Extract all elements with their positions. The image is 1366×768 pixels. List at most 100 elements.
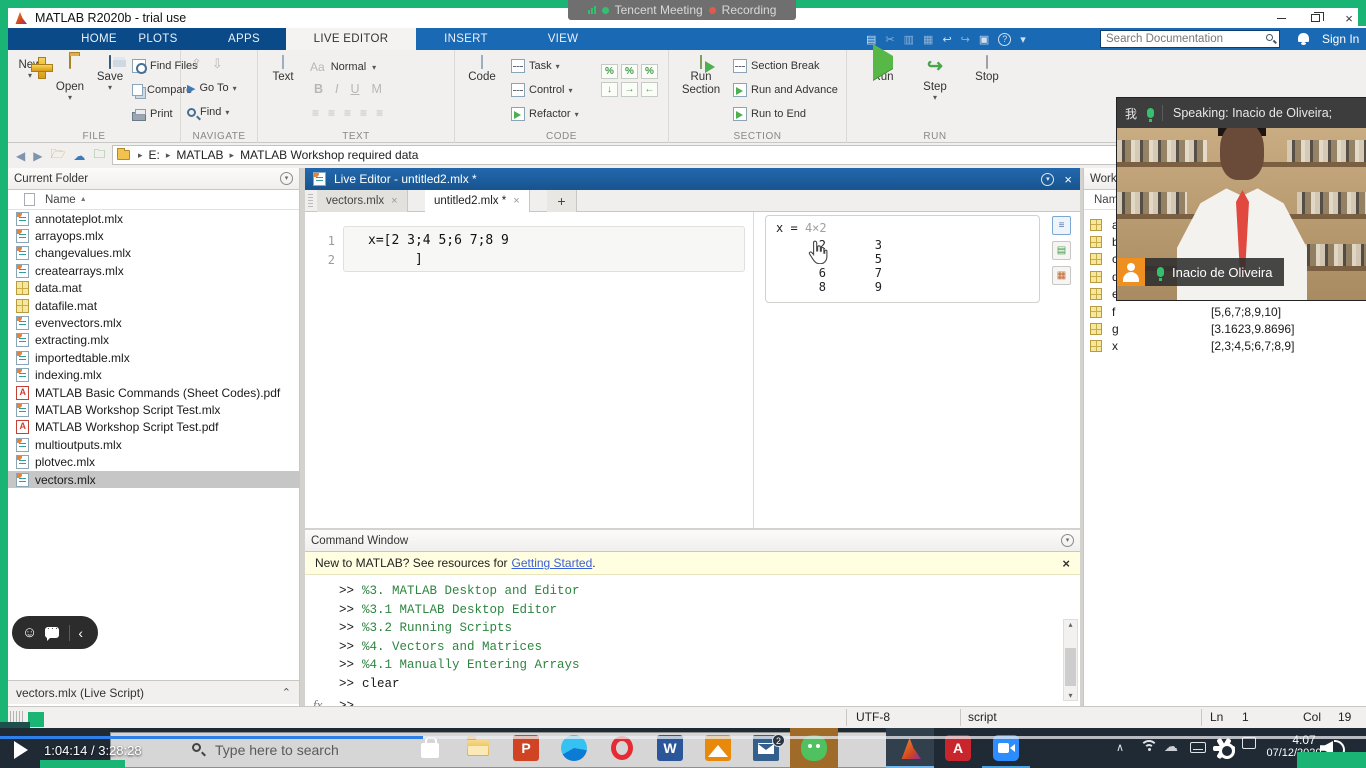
output-right-view-button[interactable]: ▤ <box>1052 241 1071 260</box>
file-row[interactable]: indexing.mlx <box>8 367 299 384</box>
video-progress-track[interactable] <box>0 736 1366 739</box>
text-button[interactable]: Text <box>264 56 302 83</box>
task-button[interactable]: Task▾ <box>511 56 560 76</box>
collapse-left-icon[interactable]: ‹ <box>78 625 83 641</box>
file-row[interactable]: evenvectors.mlx <box>8 314 299 331</box>
italic-button[interactable]: I <box>335 82 338 96</box>
tab-plots[interactable]: PLOTS <box>123 28 193 50</box>
tab-close-icon[interactable]: × <box>513 195 519 207</box>
taskbar-app[interactable] <box>454 728 502 768</box>
meeting-status-bar[interactable]: Tencent Meeting Recording <box>568 0 796 20</box>
panel-menu-icon[interactable]: ▾ <box>1061 534 1074 547</box>
forward-icon[interactable]: ▶ <box>33 149 42 163</box>
touch-keyboard-icon[interactable] <box>1190 742 1206 753</box>
file-row[interactable]: datafile.mat <box>8 297 299 314</box>
scroll-down-icon[interactable]: ▾ <box>1064 691 1077 700</box>
tab-view[interactable]: VIEW <box>528 28 598 50</box>
help-icon[interactable]: ? <box>998 33 1011 46</box>
file-row[interactable]: changevalues.mlx <box>8 245 299 262</box>
file-row[interactable]: data.mat <box>8 280 299 297</box>
taskbar-app[interactable] <box>550 728 598 768</box>
taskbar-app[interactable] <box>838 728 886 768</box>
go-to-button[interactable]: ▶ Go To▾ <box>187 78 237 98</box>
new-button[interactable]: New▾ <box>10 56 50 79</box>
scroll-up-icon[interactable]: ▴ <box>1064 620 1077 629</box>
list-format-icon[interactable]: ≡ <box>376 106 383 120</box>
stop-button[interactable]: Stop <box>965 56 1009 83</box>
switch-window-icon[interactable]: ▣ <box>979 33 989 46</box>
workspace-variable-row[interactable]: f [5,6,7;8,9,10] <box>1084 303 1366 320</box>
tray-expand-icon[interactable]: ∧ <box>1116 741 1124 768</box>
list-format-icon[interactable]: ≡ <box>360 106 367 120</box>
comment-tool-icon[interactable]: % <box>641 64 658 79</box>
code-button[interactable]: Code <box>463 56 501 83</box>
file-row[interactable]: vectors.mlx <box>8 471 299 488</box>
file-row[interactable]: multioutputs.mlx <box>8 436 299 453</box>
list-format-icon[interactable]: ≡ <box>344 106 351 120</box>
run-and-advance-button[interactable]: Run and Advance <box>733 80 838 100</box>
notification-bell-icon[interactable] <box>1298 33 1309 42</box>
taskbar-app[interactable]: A <box>934 728 982 768</box>
tab-close-icon[interactable]: × <box>391 195 397 207</box>
tab-live-editor[interactable]: LIVE EDITOR <box>286 28 416 50</box>
file-row[interactable]: importedtable.mlx <box>8 349 299 366</box>
taskbar-app[interactable] <box>742 728 790 768</box>
taskbar-app[interactable] <box>982 728 1030 768</box>
toolbar-dropdown-icon[interactable]: ▾ <box>1020 33 1026 46</box>
comment-tool-icon[interactable]: ← <box>641 82 658 97</box>
new-tab-button[interactable]: + <box>547 190 577 212</box>
close-button[interactable]: × <box>1332 8 1366 28</box>
tab-apps[interactable]: APPS <box>209 28 279 50</box>
workspace-variable-row[interactable]: g [3.1623,9.8696] <box>1084 320 1366 337</box>
tab-vectors-mlx[interactable]: vectors.mlx× <box>317 190 408 212</box>
step-button[interactable]: ↪ Step▾ <box>913 56 957 101</box>
find-button[interactable]: Find▾ <box>187 102 229 122</box>
paste-icon[interactable]: ▦ <box>923 33 933 46</box>
workspace-variable-row[interactable]: x [2,3;4,5;6,7;8,9] <box>1084 338 1366 355</box>
file-row[interactable]: MATLAB Workshop Script Test.mlx <box>8 401 299 418</box>
getting-started-link[interactable]: Getting Started <box>512 556 593 570</box>
print-button[interactable]: Print <box>132 104 173 124</box>
run-button[interactable]: Run <box>861 56 905 83</box>
code-block[interactable]: x=[2 3;4 5;6 7;8 9 ] <box>343 226 745 272</box>
list-format-icon[interactable]: ≡ <box>328 106 335 120</box>
back-icon[interactable]: ◀ <box>16 149 25 163</box>
navigate-up-icon[interactable]: ⇧ <box>191 56 202 72</box>
taskbar-app[interactable] <box>694 728 742 768</box>
console[interactable]: >>%3. MATLAB Desktop and Editor >>%3.1 M… <box>305 575 1080 705</box>
redo-icon[interactable]: ↪ <box>961 33 970 46</box>
selected-file-bar[interactable]: vectors.mlx (Live Script) ⌃ <box>8 680 299 704</box>
output-hide-view-button[interactable]: ▦ <box>1052 266 1071 285</box>
text-style-dropdown[interactable]: Normal <box>331 61 366 73</box>
breadcrumb-item[interactable]: E: <box>149 148 160 162</box>
copy-icon[interactable]: ▥ <box>904 33 914 46</box>
chat-bubble-icon[interactable] <box>45 627 59 638</box>
status-grip-caret-icon[interactable]: ▴ <box>28 712 32 721</box>
webcam-overlay[interactable]: 我 Speaking: Inacio de Oliveira; Inacio d <box>1117 98 1366 300</box>
browse-folder-icon[interactable]: 🗀 <box>93 145 105 166</box>
reaction-smiley-icon[interactable]: ☺ <box>22 625 37 640</box>
refactor-button[interactable]: Refactor▾ <box>511 104 579 124</box>
save-button[interactable]: Save▾ <box>90 56 130 91</box>
comment-tool-icon[interactable]: % <box>601 64 618 79</box>
file-row[interactable]: createarrays.mlx <box>8 262 299 279</box>
onedrive-cloud-icon[interactable]: ☁ <box>1164 738 1178 755</box>
file-row[interactable]: arrayops.mlx <box>8 227 299 244</box>
tab-insert[interactable]: INSERT <box>426 28 506 50</box>
comment-tool-icon[interactable]: ↓ <box>601 82 618 97</box>
bold-button[interactable]: B <box>314 82 323 96</box>
editor-body[interactable]: 1 2 x=[2 3;4 5;6 7;8 9 ] x = 4×2 2 <box>305 212 1080 528</box>
control-button[interactable]: Control▾ <box>511 80 572 100</box>
panel-menu-icon[interactable]: ▾ <box>280 172 293 185</box>
taskbar-app[interactable] <box>406 728 454 768</box>
video-volume-icon[interactable] <box>1320 738 1348 758</box>
console-scrollbar[interactable]: ▴ ▾ <box>1063 619 1078 701</box>
scrollbar-thumb[interactable] <box>1065 648 1076 686</box>
search-documentation-input[interactable] <box>1100 30 1280 48</box>
editor-output-divider[interactable] <box>753 212 754 528</box>
file-row[interactable]: MATLAB Basic Commands (Sheet Codes).pdf <box>8 384 299 401</box>
run-section-button[interactable]: Run Section <box>677 56 725 97</box>
file-row[interactable]: MATLAB Workshop Script Test.pdf <box>8 419 299 436</box>
file-row[interactable]: extracting.mlx <box>8 332 299 349</box>
taskbar-app[interactable]: W <box>646 728 694 768</box>
